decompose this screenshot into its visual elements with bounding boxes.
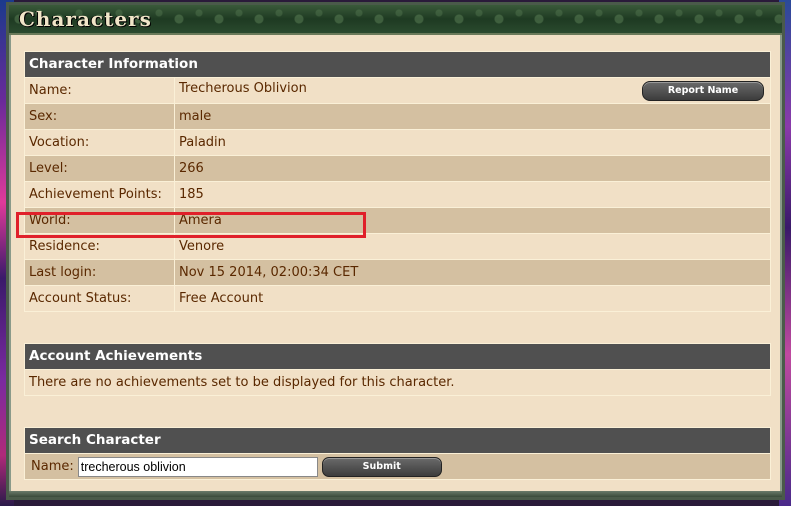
account-achievements-table: There are no achievements set to be disp… [24,369,771,396]
row-value-cell: Trecherous Oblivion Report Name [174,77,771,104]
search-character-input[interactable] [77,456,318,477]
table-row-world: World: Amera [24,207,771,234]
search-cell: Name: Submit [24,453,771,480]
row-value: 266 [174,155,771,182]
character-information-header: Character Information [24,51,771,77]
table-row-sex: Sex: male [24,103,771,130]
page-title: Characters [19,7,152,31]
report-name-button[interactable]: Report Name [642,80,764,101]
row-label: Level: [24,155,175,182]
row-value: Amera [174,207,771,234]
search-row: Name: Submit [24,453,771,480]
row-label: Account Status: [24,285,175,312]
row-label: Last login: [24,259,175,286]
search-character-table: Name: Submit [24,453,771,480]
row-value: Nov 15 2014, 02:00:34 CET [174,259,771,286]
search-character-header: Search Character [24,427,771,453]
row-label: Residence: [24,233,175,260]
characters-panel: Characters Character Information Name: T… [6,2,785,500]
row-value: Paladin [174,129,771,156]
table-row-vocation: Vocation: Paladin [24,129,771,156]
account-achievements-box: Account Achievements There are no achiev… [24,343,771,396]
row-label: Achievement Points: [24,181,175,208]
submit-button[interactable]: Submit [321,456,442,477]
panel-title-bar: Characters [9,5,782,35]
row-label: World: [24,207,175,234]
row-value: Free Account [174,285,771,312]
account-achievements-header: Account Achievements [24,343,771,369]
row-value: Venore [174,233,771,260]
search-character-box: Search Character Name: Submit [24,427,771,480]
table-row: There are no achievements set to be disp… [24,369,771,396]
achievements-message: There are no achievements set to be disp… [24,369,771,396]
table-row-name: Name: Trecherous Oblivion Report Name [24,77,771,104]
row-label: Name: [24,77,175,104]
table-row-level: Level: 266 [24,155,771,182]
table-row-achievement-points: Achievement Points: 185 [24,181,771,208]
panel-content: Character Information Name: Trecherous O… [24,51,771,480]
table-row-account-status: Account Status: Free Account [24,285,771,312]
panel-bottom-border [9,491,782,497]
character-information-box: Character Information Name: Trecherous O… [24,51,771,312]
search-name-label: Name: [31,459,74,474]
character-information-table: Name: Trecherous Oblivion Report Name Se… [24,77,771,312]
table-row-last-login: Last login: Nov 15 2014, 02:00:34 CET [24,259,771,286]
row-value: 185 [174,181,771,208]
row-value: male [174,103,771,130]
character-name-value: Trecherous Oblivion [179,80,307,96]
row-label: Vocation: [24,129,175,156]
row-label: Sex: [24,103,175,130]
table-row-residence: Residence: Venore [24,233,771,260]
